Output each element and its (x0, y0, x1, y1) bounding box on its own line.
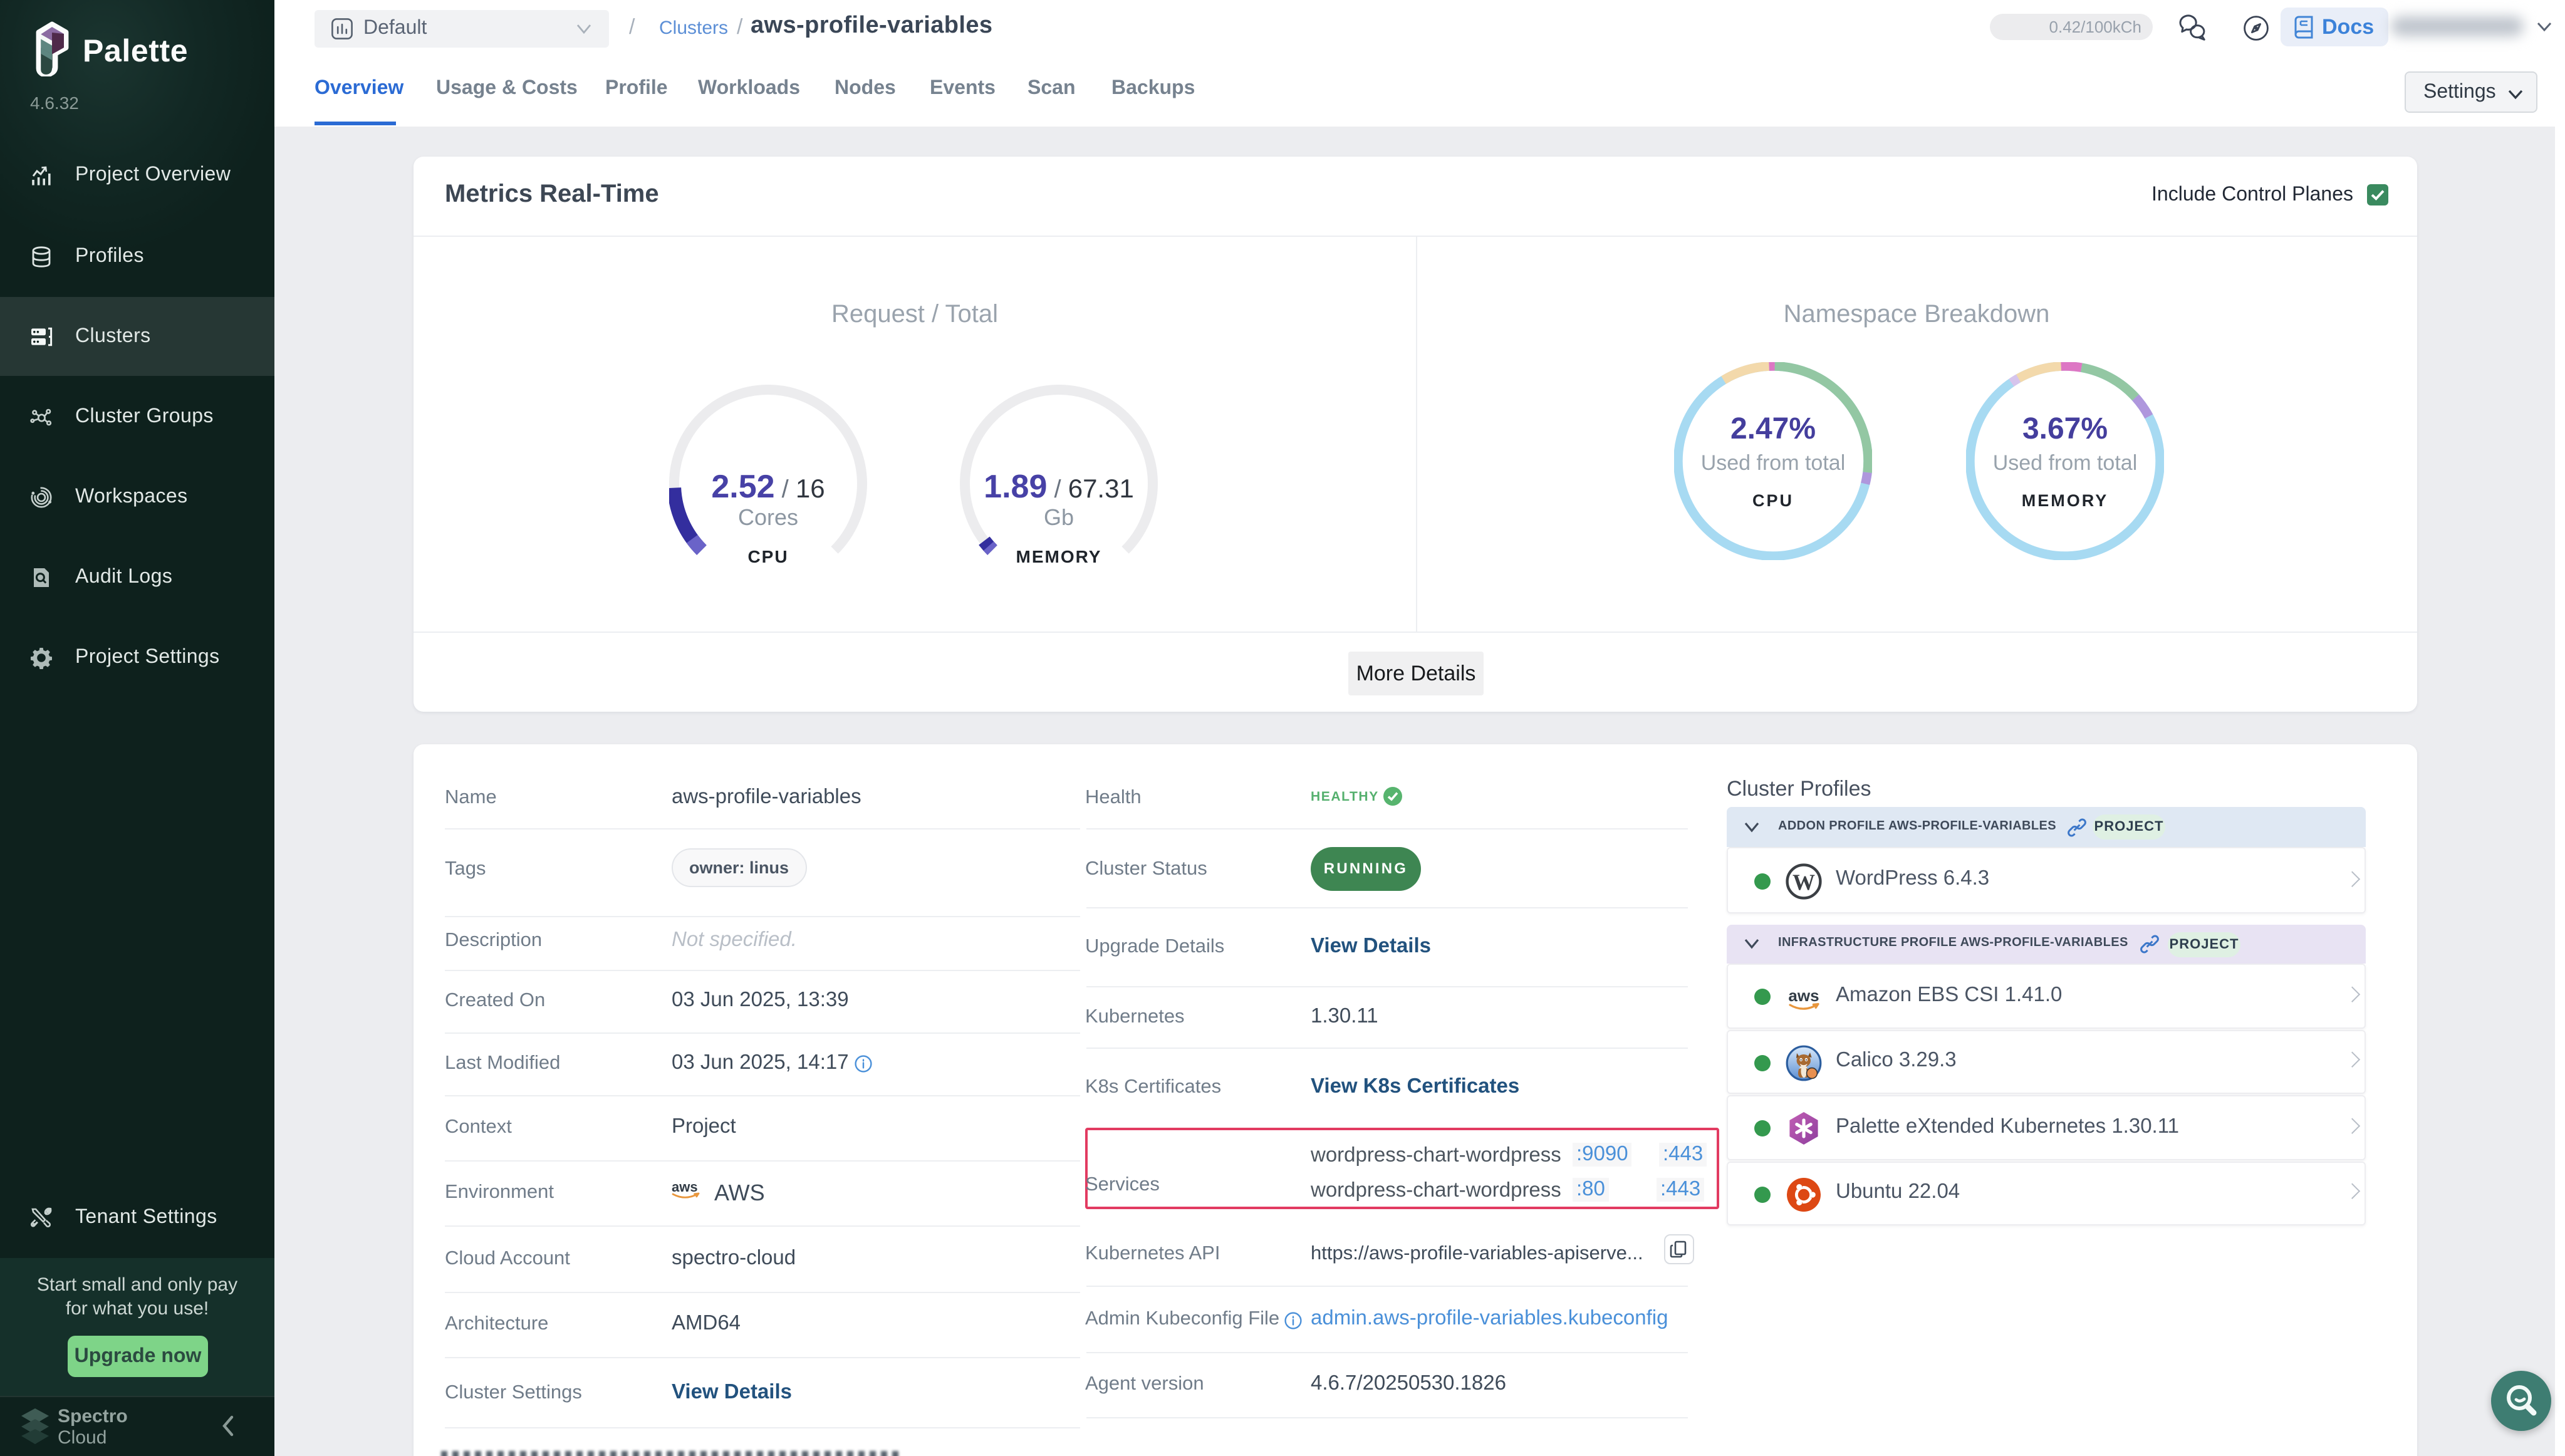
svg-text:aws: aws (672, 1179, 698, 1195)
svg-text:aws: aws (1788, 986, 1819, 1005)
svg-text:W: W (1792, 870, 1815, 895)
